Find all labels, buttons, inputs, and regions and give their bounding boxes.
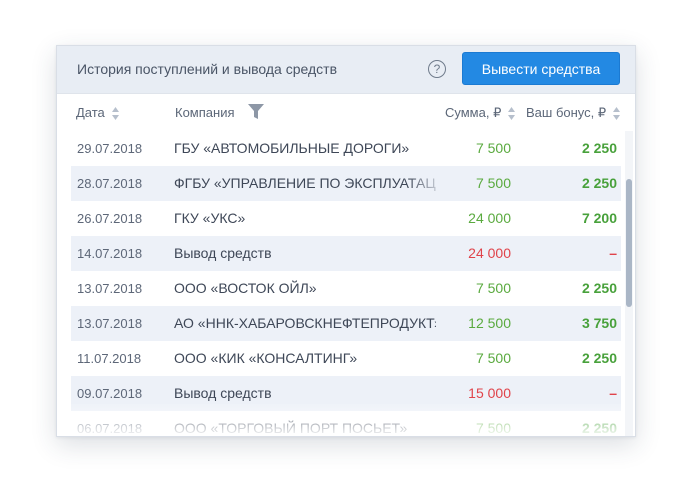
text-truncation-fade <box>406 166 446 201</box>
row-company: ГКУ «УКС» <box>174 210 246 226</box>
funnel-filter-icon[interactable] <box>248 104 264 120</box>
row-bonus: – <box>609 245 617 261</box>
column-header-bonus[interactable]: Ваш бонус, ₽ <box>526 105 620 121</box>
table-row[interactable]: 29.07.2018 ГБУ «АВТОМОБИЛЬНЫЕ ДОРОГИ» 7 50… <box>71 131 621 166</box>
row-company: Вывод средств <box>174 245 272 261</box>
row-bonus: 2 250 <box>581 140 617 156</box>
row-bonus: 2 250 <box>581 175 617 191</box>
row-sum: 24 000 <box>468 245 511 261</box>
row-sum: 7 500 <box>475 280 511 296</box>
column-label-sum: Сумма, ₽ <box>445 105 502 120</box>
row-date: 29.07.2018 <box>77 141 143 156</box>
row-company: ФГБУ «УПРАВЛЕНИЕ ПО ЭКСПЛУАТАЦИ <box>174 175 436 191</box>
table-row[interactable]: 13.07.2018 АО «ННК-ХАБАРОВСКНЕФТЕПРОДУКТ»… <box>71 306 621 341</box>
table-row[interactable]: 06.07.2018 ООО «ТОРГОВЫЙ ПОРТ ПОСЬЕТ» 7 50… <box>71 411 621 436</box>
row-date: 14.07.2018 <box>77 246 143 261</box>
transactions-list: 29.07.2018 ГБУ «АВТОМОБИЛЬНЫЕ ДОРОГИ» 7 50… <box>71 131 621 436</box>
row-sum: 24 000 <box>468 210 511 226</box>
widget-header: История поступлений и вывода средств ? В… <box>57 46 635 94</box>
scrollbar-track[interactable] <box>625 131 633 436</box>
withdraw-funds-button[interactable]: Вывести средства <box>462 52 620 85</box>
table-row[interactable]: 14.07.2018 Вывод средств 24 000 – <box>71 236 621 271</box>
row-sum: 7 500 <box>475 350 511 366</box>
row-company: ГБУ «АВТОМОБИЛЬНЫЕ ДОРОГИ» <box>174 140 410 156</box>
column-label-bonus: Ваш бонус, ₽ <box>526 105 607 120</box>
row-sum: 15 000 <box>468 385 511 401</box>
scrollbar-thumb[interactable] <box>626 179 632 307</box>
transactions-widget: История поступлений и вывода средств ? В… <box>56 45 636 437</box>
sort-arrows-icon[interactable] <box>507 107 515 121</box>
row-date: 13.07.2018 <box>77 316 143 331</box>
row-bonus: 2 250 <box>581 280 617 296</box>
row-sum: 7 500 <box>475 175 511 191</box>
row-sum: 12 500 <box>468 315 511 331</box>
column-label-date: Дата <box>76 105 105 120</box>
row-company: ООО «ВОСТОК ОЙЛ» <box>174 280 317 296</box>
question-circle-icon[interactable]: ? <box>428 60 446 78</box>
row-bonus: 7 200 <box>581 210 617 226</box>
table-header: Дата Компания Сумма, ₽ Ваш бонус, ₽ <box>57 94 635 130</box>
row-date: 06.07.2018 <box>77 421 143 436</box>
column-header-date[interactable]: Дата <box>76 105 120 121</box>
table-row[interactable]: 09.07.2018 Вывод средств 15 000 – <box>71 376 621 411</box>
row-date: 28.07.2018 <box>77 176 143 191</box>
row-bonus: 2 250 <box>581 420 617 436</box>
row-date: 09.07.2018 <box>77 386 143 401</box>
row-date: 11.07.2018 <box>77 351 142 366</box>
table-row[interactable]: 11.07.2018 ООО «КИК «КОНСАЛТИНГ» 7 500 2 25… <box>71 341 621 376</box>
row-bonus: 2 250 <box>581 350 617 366</box>
column-header-sum[interactable]: Сумма, ₽ <box>445 105 515 121</box>
row-date: 13.07.2018 <box>77 281 143 296</box>
row-date: 26.07.2018 <box>77 211 143 226</box>
sort-arrows-icon[interactable] <box>612 107 620 121</box>
sort-arrows-icon[interactable] <box>112 107 120 121</box>
table-row[interactable]: 26.07.2018 ГКУ «УКС» 24 000 7 200 <box>71 201 621 236</box>
row-company: Вывод средств <box>174 385 272 401</box>
table-row[interactable]: 28.07.2018 ФГБУ «УПРАВЛЕНИЕ ПО ЭКСПЛУАТАЦ… <box>71 166 621 201</box>
row-sum: 7 500 <box>475 420 511 436</box>
row-company: ООО «КИК «КОНСАЛТИНГ» <box>174 350 358 366</box>
row-company: ООО «ТОРГОВЫЙ ПОРТ ПОСЬЕТ» <box>174 420 408 436</box>
column-header-company: Компания <box>175 105 235 120</box>
row-company: АО «ННК-ХАБАРОВСКНЕФТЕПРОДУКТ» <box>174 315 436 331</box>
row-bonus: 3 750 <box>581 315 617 331</box>
row-sum: 7 500 <box>475 140 511 156</box>
table-row[interactable]: 13.07.2018 ООО «ВОСТОК ОЙЛ» 7 500 2 250 <box>71 271 621 306</box>
widget-title: История поступлений и вывода средств <box>77 61 338 77</box>
row-bonus: – <box>609 385 617 401</box>
column-label-company: Компания <box>175 105 235 120</box>
